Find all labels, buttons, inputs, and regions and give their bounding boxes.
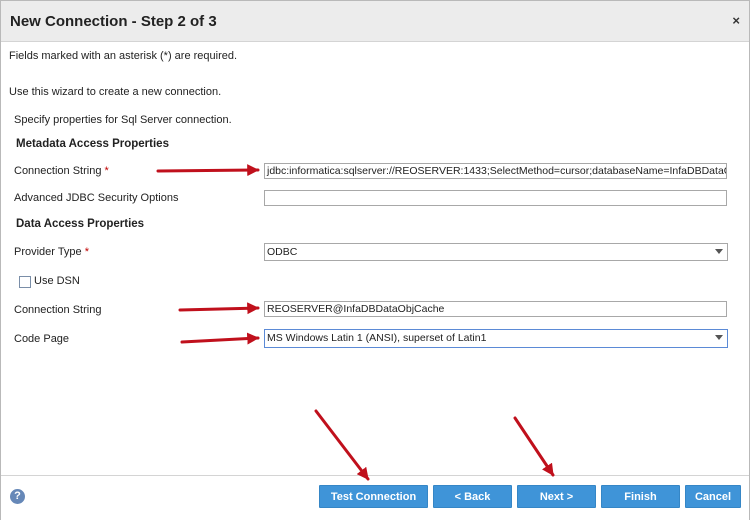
use-dsn-checkbox[interactable] bbox=[19, 276, 31, 288]
close-icon[interactable]: × bbox=[732, 13, 740, 28]
provider-type-value: ODBC bbox=[267, 246, 298, 258]
required-marker: * bbox=[84, 246, 90, 258]
back-button[interactable]: < Back bbox=[433, 485, 512, 508]
data-connection-string-input[interactable]: REOSERVER@InfaDBDataObjCache bbox=[264, 301, 727, 317]
code-page-label: Code Page bbox=[14, 333, 70, 345]
provider-type-select[interactable]: ODBC bbox=[264, 243, 728, 261]
chevron-down-icon bbox=[715, 249, 723, 254]
new-connection-dialog: New Connection - Step 2 of 3 × Fields ma… bbox=[0, 0, 750, 520]
required-fields-note: Fields marked with an asterisk (*) are r… bbox=[9, 50, 238, 62]
metadata-access-heading: Metadata Access Properties bbox=[16, 138, 169, 150]
test-connection-button[interactable]: Test Connection bbox=[319, 485, 428, 508]
dialog-titlebar: New Connection - Step 2 of 3 × bbox=[1, 1, 749, 42]
chevron-down-icon bbox=[715, 335, 723, 340]
help-icon[interactable]: ? bbox=[10, 489, 25, 504]
metadata-connection-string-label-text: Connection String bbox=[14, 165, 102, 177]
next-button[interactable]: Next > bbox=[517, 485, 596, 508]
provider-type-label: Provider Type * bbox=[14, 246, 89, 258]
advanced-jdbc-input[interactable] bbox=[264, 190, 727, 206]
cancel-button[interactable]: Cancel bbox=[685, 485, 741, 508]
finish-button[interactable]: Finish bbox=[601, 485, 680, 508]
dialog-footer: ? Test Connection < Back Next > Finish C… bbox=[1, 475, 749, 520]
wizard-note: Use this wizard to create a new connecti… bbox=[9, 86, 222, 98]
metadata-connection-string-input[interactable]: jdbc:informatica:sqlserver://REOSERVER:1… bbox=[264, 163, 727, 179]
required-marker: * bbox=[104, 165, 109, 177]
advanced-jdbc-label: Advanced JDBC Security Options bbox=[14, 192, 179, 204]
metadata-connection-string-label: Connection String * bbox=[14, 165, 109, 177]
code-page-value: MS Windows Latin 1 (ANSI), superset of L… bbox=[267, 332, 487, 344]
use-dsn-label: Use DSN bbox=[34, 275, 80, 287]
specify-properties-note: Specify properties for Sql Server connec… bbox=[14, 114, 232, 126]
data-connection-string-label: Connection String bbox=[14, 304, 102, 316]
provider-type-label-text: Provider Type bbox=[14, 246, 82, 258]
dialog-title: New Connection - Step 2 of 3 bbox=[10, 13, 217, 30]
data-access-heading: Data Access Properties bbox=[16, 218, 145, 230]
code-page-select[interactable]: MS Windows Latin 1 (ANSI), superset of L… bbox=[264, 329, 728, 348]
